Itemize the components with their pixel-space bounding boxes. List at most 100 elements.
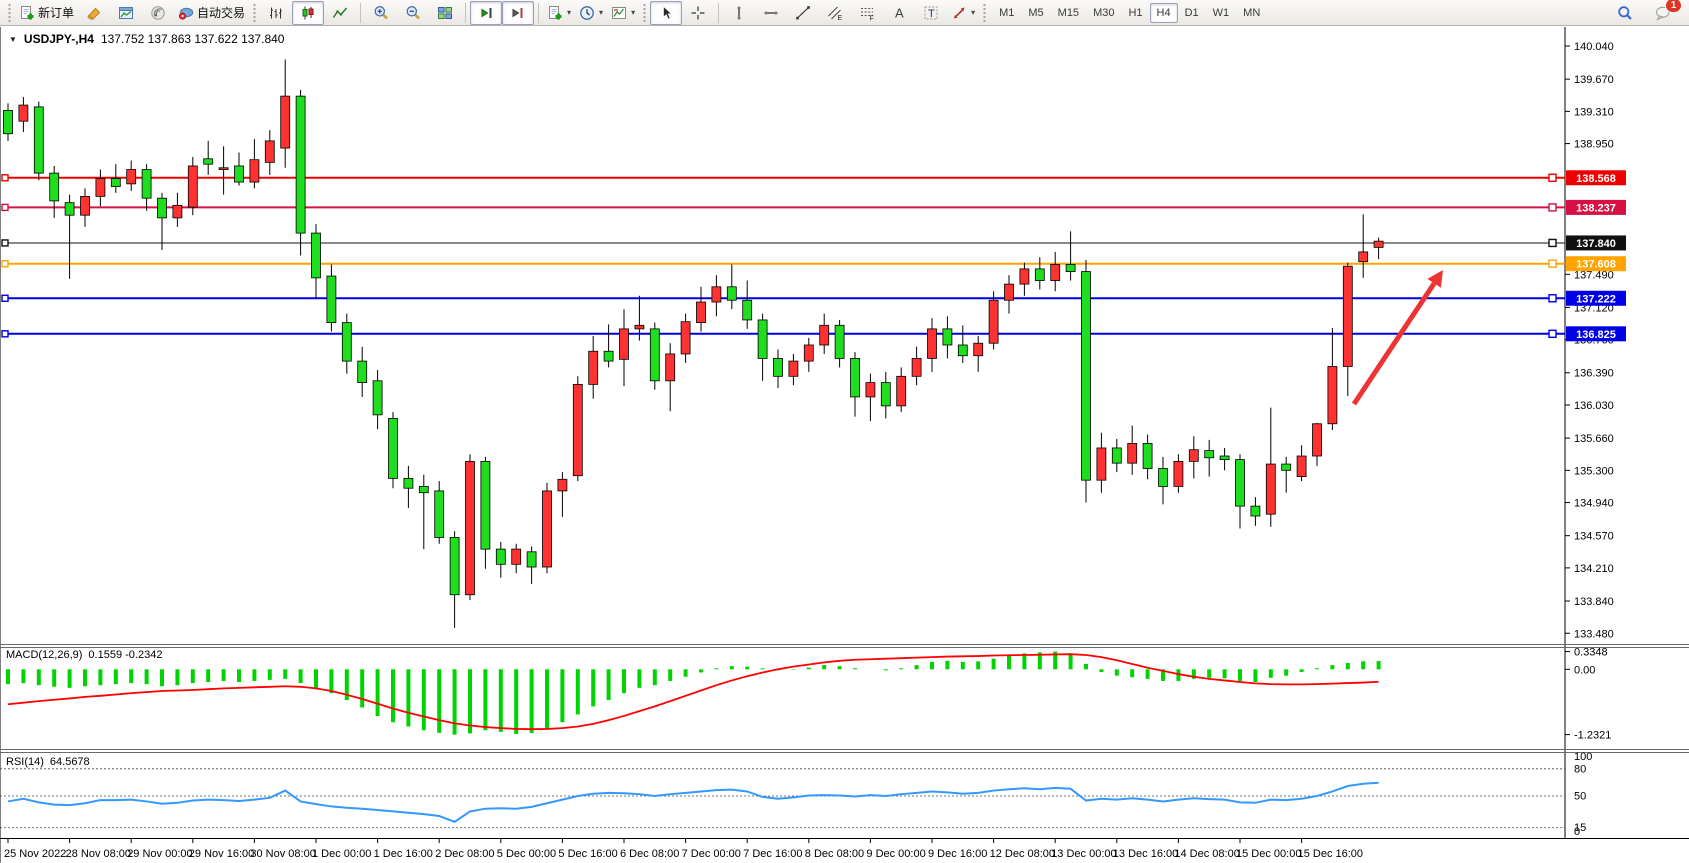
line-handle-right[interactable] bbox=[1549, 239, 1556, 246]
candle-59 bbox=[912, 358, 921, 376]
chart-shift-button[interactable] bbox=[502, 1, 534, 25]
bar-chart-button[interactable] bbox=[260, 1, 292, 25]
indicators-button[interactable]: ▾ bbox=[543, 1, 575, 25]
line-handle-left[interactable] bbox=[2, 240, 8, 246]
candle-64 bbox=[989, 300, 998, 343]
collapse-triangle-icon[interactable]: ▼ bbox=[9, 35, 17, 44]
timeframe-m30-button[interactable]: M30 bbox=[1086, 3, 1121, 23]
line-chart-button[interactable] bbox=[324, 1, 356, 25]
timeframe-mn-button[interactable]: MN bbox=[1236, 3, 1267, 23]
chart-window-button[interactable] bbox=[110, 1, 142, 25]
candle-27 bbox=[419, 486, 428, 492]
price-label-138.237[interactable]: 138.237 bbox=[1566, 200, 1626, 215]
notifications-button[interactable]: 1 bbox=[1651, 2, 1675, 24]
line-handle-right[interactable] bbox=[1549, 260, 1556, 267]
macd-pane: 0.33480.00-1.2321 bbox=[8, 647, 1611, 742]
price-chart-canvas[interactable]: 140.040139.670139.310138.950137.490137.1… bbox=[0, 27, 1689, 863]
svg-text:139.310: 139.310 bbox=[1574, 106, 1614, 118]
candlestick-chart-button[interactable] bbox=[292, 1, 324, 25]
crosshair-button[interactable] bbox=[682, 1, 714, 25]
new-order-button[interactable]: 新订单 bbox=[15, 1, 78, 25]
toolbar-separator bbox=[718, 3, 719, 23]
price-label-138.568[interactable]: 138.568 bbox=[1566, 170, 1626, 185]
timeframe-toolbar: M1M5M15M30H1H4D1W1MN bbox=[992, 3, 1267, 23]
toolbar-drag-handle[interactable] bbox=[982, 4, 987, 22]
price-label-137.840[interactable]: 137.840 bbox=[1566, 235, 1626, 250]
candle-17 bbox=[265, 141, 274, 162]
svg-text:135.300: 135.300 bbox=[1574, 465, 1614, 477]
main-toolbar: 新订单 自动交易 ▾ ▾ ▾ EFAT ▾ M1M5M15M30H1H4D1W1MN 1 bbox=[0, 0, 1689, 26]
line-handle-right[interactable] bbox=[1549, 204, 1556, 211]
price-label-137.222[interactable]: 137.222 bbox=[1566, 291, 1626, 306]
chevron-down-icon[interactable]: ▾ bbox=[599, 8, 603, 17]
timeframe-w1-button[interactable]: W1 bbox=[1206, 3, 1237, 23]
zoom-out-button[interactable] bbox=[397, 1, 429, 25]
candle-33 bbox=[512, 549, 521, 564]
templates-button[interactable]: ▾ bbox=[607, 1, 639, 25]
timeframe-m15-button[interactable]: M15 bbox=[1051, 3, 1086, 23]
line-handle-right[interactable] bbox=[1549, 174, 1556, 181]
candle-28 bbox=[435, 491, 444, 538]
toolbar-drag-handle[interactable] bbox=[642, 4, 647, 22]
new-order-label: 新订单 bbox=[38, 4, 74, 21]
toolbar-drag-handle[interactable] bbox=[7, 4, 12, 22]
horizontal-line-button[interactable] bbox=[755, 1, 787, 25]
chart-window: 140.040139.670139.310138.950137.490137.1… bbox=[0, 27, 1689, 863]
toolbar-drag-handle[interactable] bbox=[252, 4, 257, 22]
timeframe-m1-button[interactable]: M1 bbox=[992, 3, 1021, 23]
line-handle-right[interactable] bbox=[1549, 295, 1556, 302]
periods-button[interactable]: ▾ bbox=[575, 1, 607, 25]
candle-42 bbox=[650, 329, 659, 381]
candle-25 bbox=[389, 418, 398, 478]
fibonacci-button[interactable]: F bbox=[851, 1, 883, 25]
timeframe-d1-button[interactable]: D1 bbox=[1178, 3, 1206, 23]
line-handle-left[interactable] bbox=[2, 261, 8, 267]
tile-windows-button[interactable] bbox=[429, 1, 461, 25]
candle-50 bbox=[774, 358, 783, 376]
candle-44 bbox=[681, 322, 690, 354]
timeframe-m5-button[interactable]: M5 bbox=[1021, 3, 1050, 23]
trendline-button[interactable] bbox=[787, 1, 819, 25]
trend-arrow-annotation[interactable] bbox=[1354, 270, 1443, 404]
candle-47 bbox=[727, 287, 736, 300]
price-label-137.608[interactable]: 137.608 bbox=[1566, 256, 1626, 271]
candle-74 bbox=[1143, 443, 1152, 468]
auto-trading-button[interactable]: 自动交易 bbox=[174, 1, 249, 25]
candle-58 bbox=[897, 376, 906, 406]
svg-text:15 Dec 16:00: 15 Dec 16:00 bbox=[1298, 848, 1363, 860]
candle-21 bbox=[327, 276, 336, 323]
candle-39 bbox=[604, 351, 613, 361]
cursor-button[interactable] bbox=[650, 1, 682, 25]
vertical-line-button[interactable] bbox=[723, 1, 755, 25]
chevron-down-icon[interactable]: ▾ bbox=[567, 8, 571, 17]
zoom-in-button[interactable] bbox=[365, 1, 397, 25]
highlighter-button[interactable] bbox=[78, 1, 110, 25]
search-button[interactable] bbox=[1613, 2, 1637, 24]
timeframe-h4-button[interactable]: H4 bbox=[1150, 3, 1178, 23]
candle-1 bbox=[19, 105, 28, 121]
line-handle-left[interactable] bbox=[2, 295, 8, 301]
hline-icon bbox=[763, 5, 779, 21]
autoscroll-icon bbox=[478, 5, 494, 21]
line-handle-left[interactable] bbox=[2, 331, 8, 337]
trend-icon bbox=[795, 5, 811, 21]
chevron-down-icon[interactable]: ▾ bbox=[971, 8, 975, 17]
candle-67 bbox=[1035, 269, 1044, 281]
line-handle-left[interactable] bbox=[2, 175, 8, 181]
auto-scroll-button[interactable] bbox=[470, 1, 502, 25]
signal-button[interactable] bbox=[142, 1, 174, 25]
line-handle-right[interactable] bbox=[1549, 330, 1556, 337]
svg-text:25 Nov 2022: 25 Nov 2022 bbox=[4, 848, 66, 860]
toolbar-separator bbox=[360, 3, 361, 23]
equidistant-channel-button[interactable]: E bbox=[819, 1, 851, 25]
text-label-button[interactable]: T bbox=[915, 1, 947, 25]
line-handle-left[interactable] bbox=[2, 204, 8, 210]
chevron-down-icon[interactable]: ▾ bbox=[631, 8, 635, 17]
arrows-button[interactable]: ▾ bbox=[947, 1, 979, 25]
svg-text:137.840: 137.840 bbox=[1576, 238, 1616, 250]
candle-85 bbox=[1313, 424, 1322, 456]
svg-text:1 Dec 16:00: 1 Dec 16:00 bbox=[374, 848, 433, 860]
price-label-136.825[interactable]: 136.825 bbox=[1566, 326, 1626, 341]
text-button[interactable]: A bbox=[883, 1, 915, 25]
timeframe-h1-button[interactable]: H1 bbox=[1121, 3, 1149, 23]
